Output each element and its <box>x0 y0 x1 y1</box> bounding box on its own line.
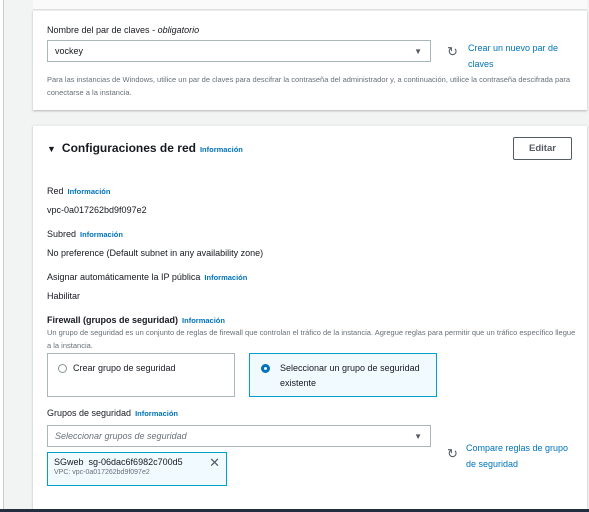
previous-section-edge <box>33 0 587 10</box>
security-groups-label: Grupos de seguridad Información <box>47 408 178 418</box>
key-pair-label: Nombre del par de claves - obligatorio <box>47 25 200 35</box>
vpc-label: Red Información <box>47 186 111 196</box>
info-link[interactable]: Información <box>200 145 243 154</box>
security-groups-select[interactable]: Seleccionar grupos de seguridad ▼ <box>47 425 431 447</box>
create-security-group-option[interactable]: Crear grupo de seguridad <box>47 353 235 397</box>
radio-unselected-icon <box>58 364 67 374</box>
firewall-label: Firewall (grupos de seguridad) Informació… <box>47 315 225 325</box>
token-id: sg-06dac6f6982c700d5 <box>88 457 183 467</box>
caret-down-icon: ▼ <box>414 47 422 56</box>
left-border <box>0 0 4 509</box>
subnet-label: Subred Información <box>47 229 123 239</box>
create-key-pair-link[interactable]: Crear un nuevo par de claves <box>468 40 578 72</box>
key-pair-help: Para las instancias de Windows, utilice … <box>47 75 571 97</box>
select-existing-security-group-option[interactable]: Seleccionar un grupo de seguridad existe… <box>249 353 437 397</box>
info-link[interactable]: Información <box>80 230 123 239</box>
info-link[interactable]: Información <box>204 273 247 282</box>
network-section-header[interactable]: ▼ Configuraciones de red Información <box>47 141 243 155</box>
subnet-value: No preference (Default subnet in any ava… <box>47 248 264 258</box>
remove-token-icon[interactable]: ✕ <box>209 455 220 471</box>
token-vpc: VPC: vpc-0a017262bd9f097e2 <box>54 469 150 476</box>
caret-expanded-icon: ▼ <box>47 144 56 154</box>
info-link[interactable]: Información <box>135 409 178 418</box>
security-group-token: SGweb sg-06dac6f6982c700d5 VPC: vpc-0a01… <box>47 452 227 486</box>
radio-selected-icon <box>261 364 270 373</box>
info-link[interactable]: Información <box>182 316 225 325</box>
refresh-icon[interactable]: ↻ <box>447 44 458 60</box>
firewall-help: Un grupo de seguridad es un conjunto de … <box>47 328 576 350</box>
public-ip-value: Habilitar <box>47 291 81 301</box>
public-ip-label: Asignar automáticamente la IP pública Inf… <box>47 272 248 282</box>
token-name: SGweb <box>54 457 84 467</box>
edit-button[interactable]: Editar <box>513 137 572 160</box>
refresh-icon[interactable]: ↻ <box>447 446 458 462</box>
caret-down-icon: ▼ <box>414 432 422 441</box>
vpc-value: vpc-0a017262bd9f097e2 <box>47 205 147 215</box>
info-link[interactable]: Información <box>68 187 111 196</box>
key-pair-select[interactable]: vockey ▼ <box>47 40 431 62</box>
compare-rules-link[interactable]: Compare reglas de grupo de seguridad <box>466 440 576 472</box>
